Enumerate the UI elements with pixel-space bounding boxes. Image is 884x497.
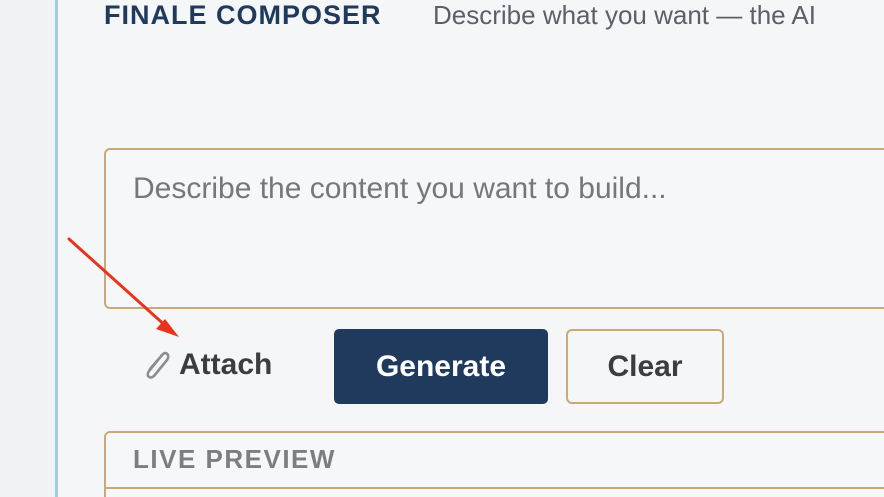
rail-divider — [55, 0, 58, 497]
preview-divider — [106, 487, 884, 489]
prompt-input[interactable] — [106, 150, 884, 307]
app-page: FINALE COMPOSER Describe what you want —… — [0, 0, 884, 497]
attach-label: Attach — [179, 348, 273, 381]
annotation-arrow-icon — [67, 237, 179, 337]
left-rail — [0, 0, 55, 497]
app-title: FINALE COMPOSER — [104, 0, 382, 30]
app-subtitle: Describe what you want — the AI — [433, 0, 816, 30]
generate-button[interactable]: Generate — [334, 329, 548, 404]
attach-button[interactable]: Attach — [138, 345, 272, 385]
clear-button[interactable]: Clear — [566, 329, 724, 404]
prompt-box — [104, 148, 884, 309]
live-preview-panel: LIVE PREVIEW — [104, 431, 884, 497]
paperclip-icon — [146, 351, 170, 379]
live-preview-title: LIVE PREVIEW — [133, 444, 336, 474]
